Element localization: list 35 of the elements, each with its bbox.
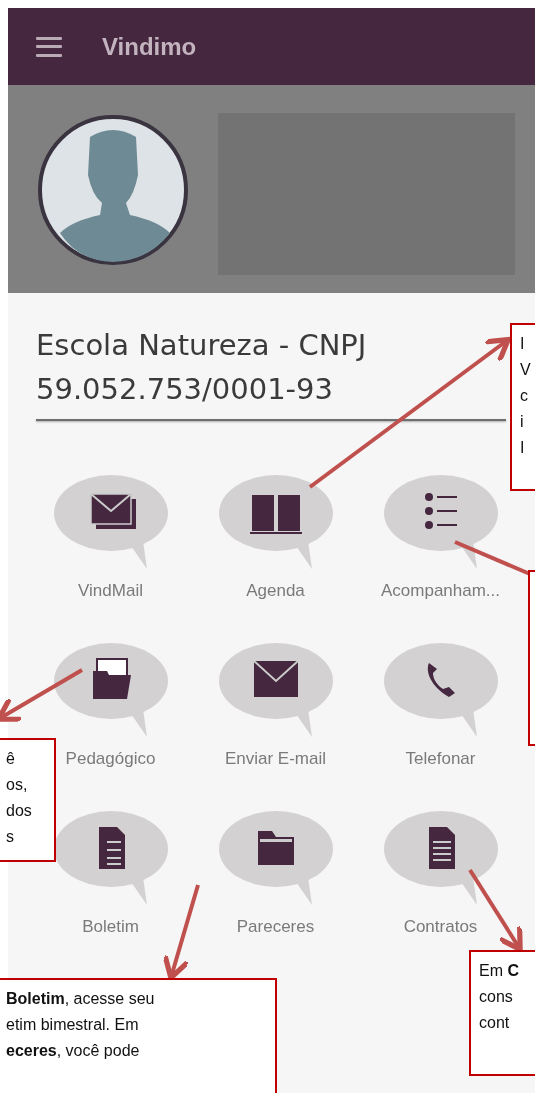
- speech-bubble-icon: [383, 475, 498, 569]
- callout-text: dos: [6, 801, 33, 821]
- app-title: Vindimo: [102, 32, 197, 61]
- document-icon: [428, 827, 455, 869]
- callout-text: eceres, você pode: [6, 1041, 141, 1061]
- menu-tile-button[interactable]: Enviar E-mail: [193, 641, 358, 801]
- menu-tile-button[interactable]: Pareceres: [193, 809, 358, 969]
- callout-text: c: [520, 386, 529, 406]
- envelope-icon: [252, 660, 299, 697]
- school-name: Escola Natureza - CNPJ: [36, 327, 367, 364]
- phone-icon: [427, 663, 455, 697]
- callout-text: I: [520, 334, 526, 354]
- callout-text: I: [520, 438, 526, 458]
- school-cnpj: 59.052.753/0001-93: [36, 371, 333, 408]
- callout-text: etim bimestral. Em: [6, 1015, 140, 1035]
- callout-text: ê: [6, 749, 16, 769]
- menu-tile-button[interactable]: Agenda: [193, 473, 358, 633]
- speech-bubble-icon: [383, 643, 498, 737]
- folder-icon: [92, 658, 131, 699]
- callout-text: cont: [479, 1013, 511, 1033]
- report-icon: [98, 827, 125, 869]
- callout-text: cons: [479, 987, 514, 1007]
- checklist-icon: [424, 493, 457, 529]
- menu-tile-button[interactable]: Acompanham...: [358, 473, 523, 633]
- envelope-icon: [89, 493, 136, 529]
- menu-button[interactable]: [36, 36, 62, 57]
- callout-text: os,: [6, 775, 29, 795]
- callout-text: V: [520, 360, 532, 380]
- menu-tile-button[interactable]: VindMail: [28, 473, 193, 633]
- callout-text: Boletim, acesse seu: [6, 989, 156, 1009]
- avatar-silhouette-icon: [38, 115, 188, 265]
- callout-text: Em C: [479, 961, 520, 981]
- menu-tile-button[interactable]: Telefonar: [358, 641, 523, 801]
- callout-text: i: [520, 412, 525, 432]
- callout-text: s: [6, 827, 15, 847]
